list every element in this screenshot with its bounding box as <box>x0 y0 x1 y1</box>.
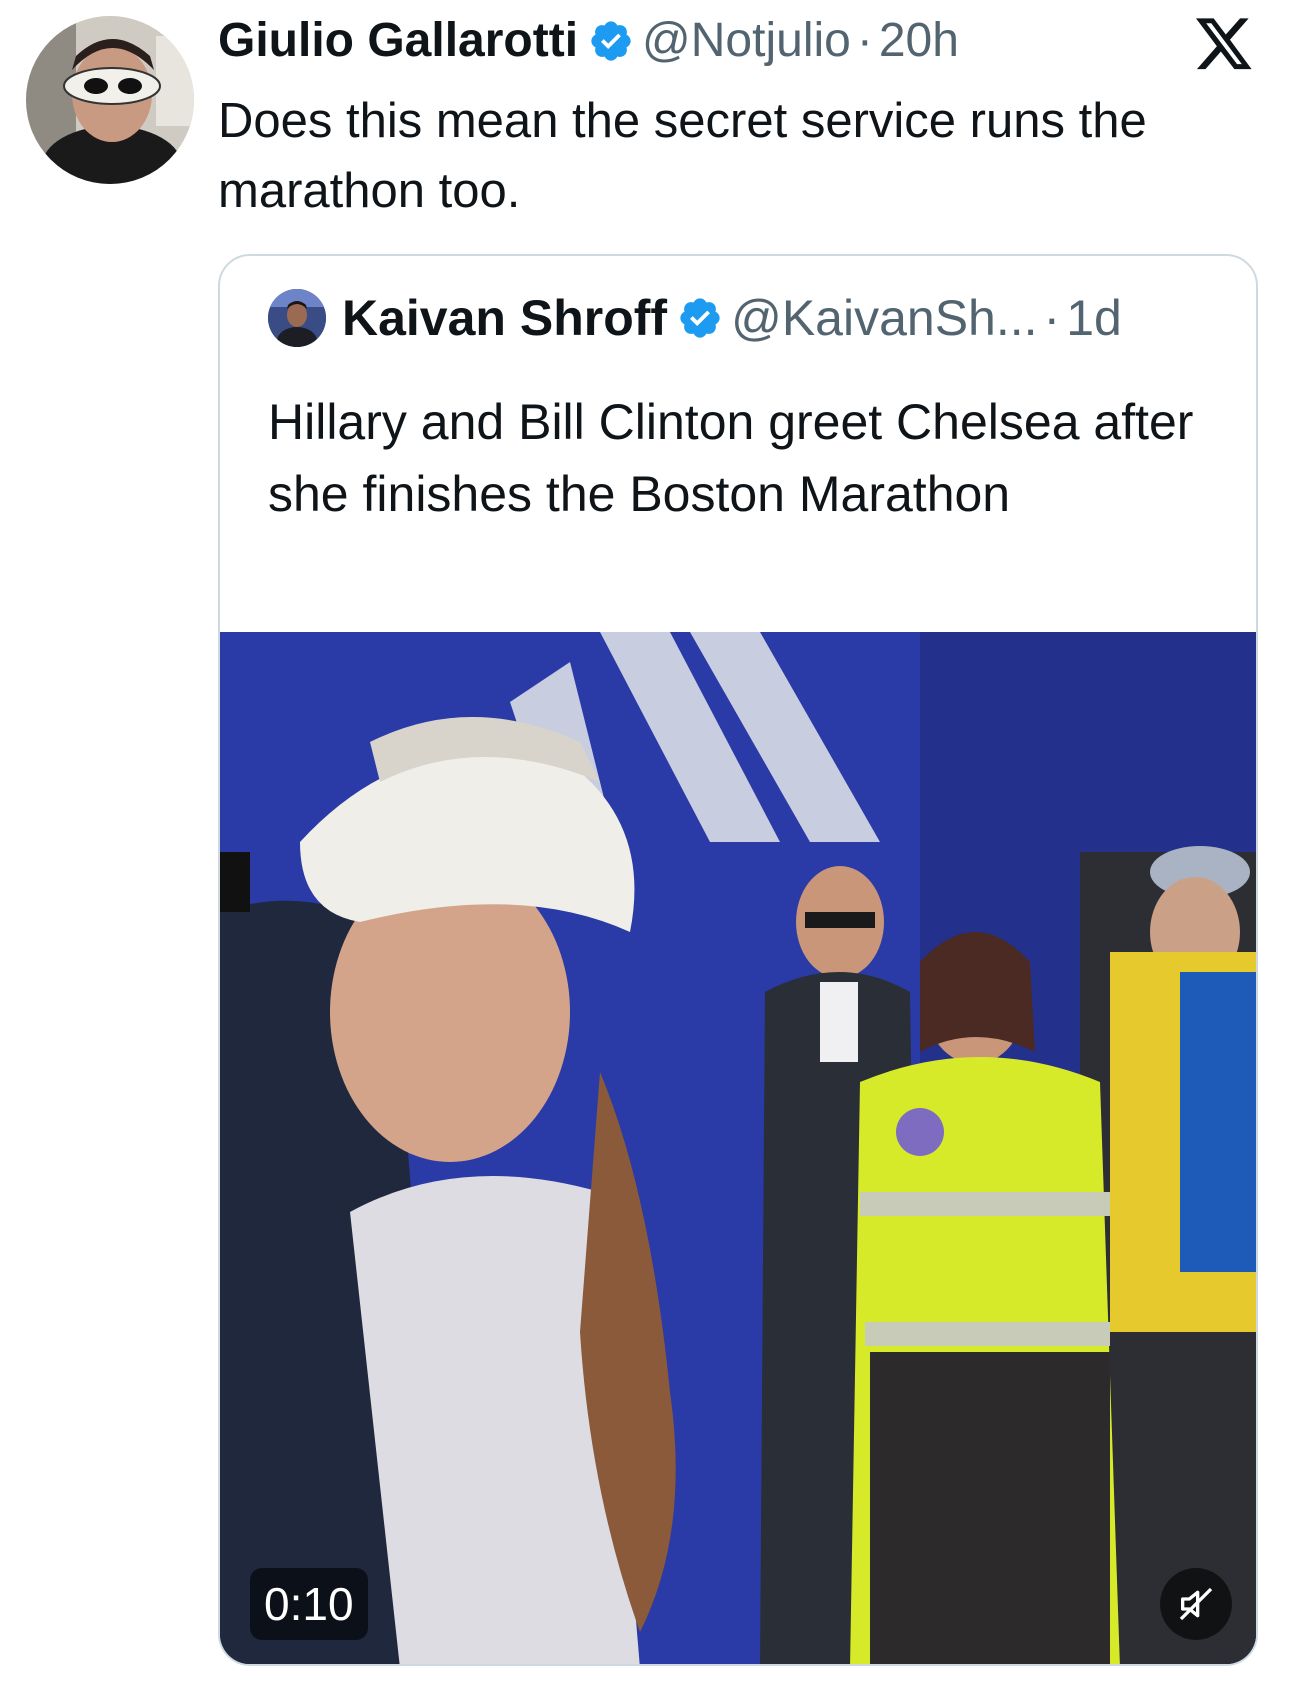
separator-dot: · <box>856 14 873 67</box>
quoted-author-handle[interactable]: @KaivanSh... <box>731 289 1037 347</box>
verified-badge-icon <box>680 298 720 338</box>
author-name[interactable]: Giulio Gallarotti <box>218 12 578 70</box>
tweet-header: Giulio Gallarotti @Notjulio · 20h <box>218 12 959 70</box>
quoted-tweet-text: Hillary and Bill Clinton greet Chelsea a… <box>268 394 1194 522</box>
video-player[interactable]: 0:10 <box>220 632 1256 1664</box>
verified-badge-icon <box>591 21 631 61</box>
tweet-text: Does this mean the secret service runs t… <box>218 94 1147 218</box>
quoted-tweet-card[interactable]: Kaivan Shroff @KaivanSh... · 1d Hillary … <box>218 254 1258 1666</box>
video-frame <box>220 632 1256 1664</box>
quoted-tweet-header: Kaivan Shroff @KaivanSh... · 1d <box>268 288 1122 348</box>
avatar-image <box>26 16 194 184</box>
quoted-tweet-timestamp[interactable]: 1d <box>1066 289 1122 347</box>
quoted-avatar-image <box>268 289 326 347</box>
x-logo-icon <box>1196 18 1252 70</box>
quoted-author-avatar[interactable] <box>268 289 326 347</box>
muted-speaker-icon <box>1179 1587 1213 1621</box>
quoted-author-name[interactable]: Kaivan Shroff <box>342 289 667 347</box>
action-bar-edge <box>218 1696 1258 1708</box>
mute-button[interactable] <box>1160 1568 1232 1640</box>
tweet-timestamp[interactable]: 20h <box>879 12 959 70</box>
author-handle[interactable]: @Notjulio <box>642 12 851 70</box>
separator-dot: · <box>1043 290 1061 346</box>
video-duration: 0:10 <box>250 1568 368 1640</box>
author-avatar[interactable] <box>26 16 194 184</box>
